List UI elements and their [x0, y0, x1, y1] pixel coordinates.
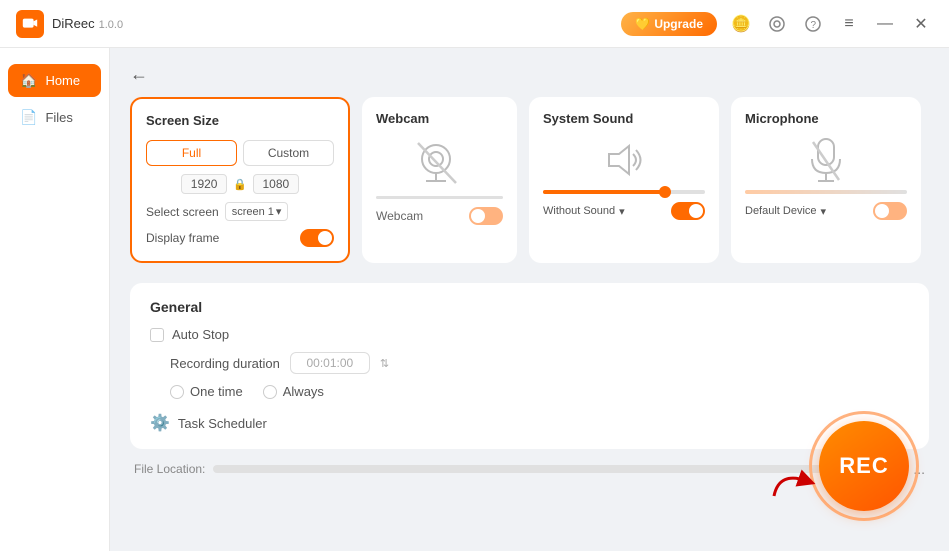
chevron-down-icon: ▾ — [276, 205, 282, 218]
gear-icon: ⚙️ — [150, 413, 170, 433]
microphone-card: Microphone Default Device ▾ — [731, 97, 921, 263]
rec-button[interactable]: REC — [819, 421, 909, 511]
microphone-bottom-row: Default Device ▾ — [745, 202, 907, 220]
home-icon: 🏠 — [20, 72, 37, 89]
heart-icon: 💛 — [635, 17, 650, 31]
one-time-option[interactable]: One time — [170, 384, 243, 399]
menu-icon[interactable]: ≡ — [837, 12, 861, 36]
close-icon[interactable]: ✕ — [909, 12, 933, 36]
without-sound-select[interactable]: Without Sound ▾ — [543, 205, 625, 218]
general-title: General — [150, 299, 909, 315]
coin-icon[interactable]: 🪙 — [729, 12, 753, 36]
select-screen-row: Select screen screen 1 ▾ — [146, 202, 334, 221]
width-input[interactable] — [181, 174, 227, 194]
screen-size-title: Screen Size — [146, 113, 219, 128]
main-layout: 🏠 Home 📄 Files ← Screen Size Full Custom… — [0, 48, 949, 551]
settings-ring-icon[interactable] — [765, 12, 789, 36]
microphone-icon — [801, 138, 851, 182]
system-sound-title: System Sound — [543, 111, 633, 126]
chevron-down-icon: ▾ — [821, 205, 827, 218]
sidebar-item-home[interactable]: 🏠 Home — [8, 64, 101, 97]
files-icon: 📄 — [20, 109, 37, 126]
chevron-down-icon: ▾ — [619, 205, 625, 218]
titlebar-actions: 💛 Upgrade 🪙 ? ≡ — ✕ — [621, 12, 933, 36]
screen-select-wrapper[interactable]: screen 1 ▾ — [225, 202, 289, 221]
auto-stop-checkbox[interactable] — [150, 328, 164, 342]
display-frame-row: Display frame — [146, 229, 334, 247]
rec-label: REC — [839, 453, 888, 479]
back-button[interactable]: ← — [130, 64, 148, 85]
webcam-card: Webcam Webcam — [362, 97, 517, 263]
webcam-slider-row — [376, 196, 503, 199]
display-frame-toggle[interactable] — [300, 229, 334, 247]
duration-input[interactable] — [290, 352, 370, 374]
rec-button-container: REC — [809, 411, 919, 521]
dimensions-row: 🔒 — [181, 174, 299, 194]
full-button[interactable]: Full — [146, 140, 237, 166]
webcam-slider[interactable] — [376, 196, 503, 199]
cards-row: Screen Size Full Custom 🔒 Select screen … — [130, 97, 929, 263]
system-sound-card: System Sound Without Sound ▾ — [529, 97, 719, 263]
custom-button[interactable]: Custom — [243, 140, 334, 166]
minimize-icon[interactable]: — — [873, 12, 897, 36]
webcam-toggle[interactable] — [469, 207, 503, 225]
system-sound-slider[interactable] — [543, 190, 705, 194]
sidebar: 🏠 Home 📄 Files — [0, 48, 110, 551]
always-option[interactable]: Always — [263, 384, 324, 399]
app-logo — [16, 10, 44, 38]
titlebar: DiReec1.0.0 💛 Upgrade 🪙 ? ≡ — ✕ — [0, 0, 949, 48]
default-device-select[interactable]: Default Device ▾ — [745, 205, 826, 218]
duration-spin-icon: ⇅ — [380, 357, 389, 370]
screen-size-card: Screen Size Full Custom 🔒 Select screen … — [130, 97, 350, 263]
webcam-bottom-row: Webcam — [376, 207, 503, 225]
microphone-slider[interactable] — [745, 190, 907, 194]
app-name: DiReec1.0.0 — [52, 16, 123, 31]
auto-stop-row: Auto Stop — [150, 327, 909, 342]
webcam-icon — [410, 138, 470, 188]
sidebar-item-files[interactable]: 📄 Files — [8, 101, 101, 134]
height-input[interactable] — [253, 174, 299, 194]
size-buttons: Full Custom — [146, 140, 334, 166]
help-icon[interactable]: ? — [801, 12, 825, 36]
microphone-toggle[interactable] — [873, 202, 907, 220]
system-sound-toggle[interactable] — [671, 202, 705, 220]
webcam-title: Webcam — [376, 111, 429, 126]
system-sound-bottom-row: Without Sound ▾ — [543, 202, 705, 220]
upgrade-button[interactable]: 💛 Upgrade — [621, 12, 717, 36]
task-scheduler-row[interactable]: ⚙️ Task Scheduler — [150, 413, 909, 433]
microphone-title: Microphone — [745, 111, 819, 126]
system-sound-icon — [599, 138, 649, 182]
radio-row: One time Always — [170, 384, 909, 399]
content-area: ← Screen Size Full Custom 🔒 Select scree… — [110, 48, 949, 551]
recording-duration-row: Recording duration ⇅ — [150, 352, 909, 374]
rec-outer-ring: REC — [809, 411, 919, 521]
rec-arrow — [769, 461, 819, 506]
always-radio[interactable] — [263, 385, 277, 399]
one-time-radio[interactable] — [170, 385, 184, 399]
svg-text:?: ? — [811, 20, 817, 31]
lock-icon: 🔒 — [233, 178, 247, 191]
